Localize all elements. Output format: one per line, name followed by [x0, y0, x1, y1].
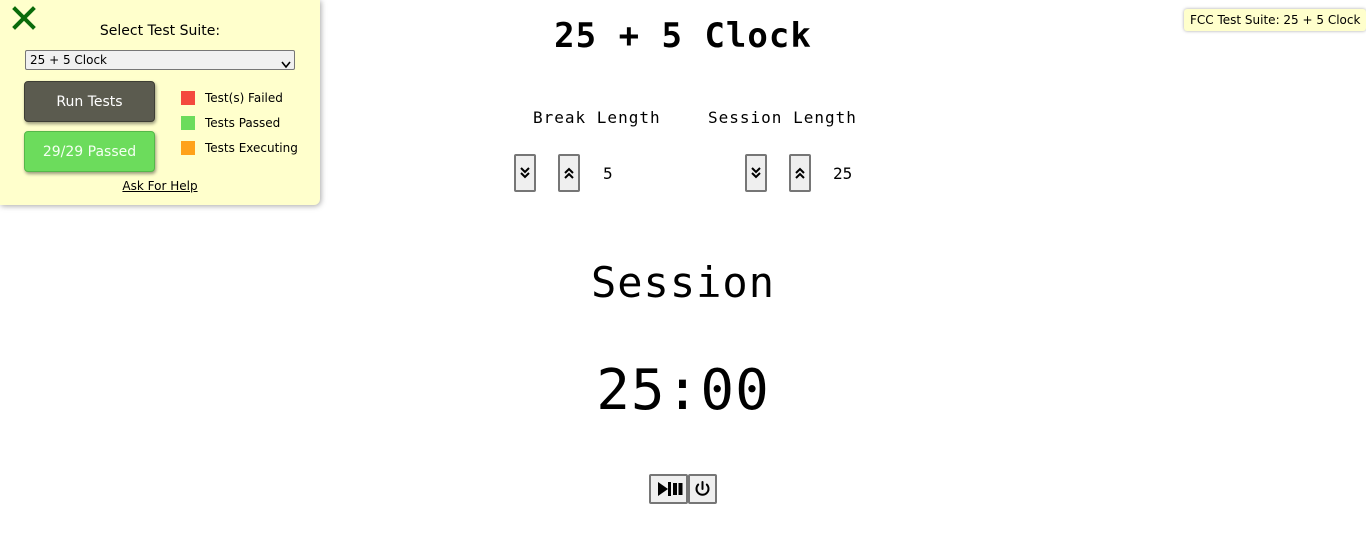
- start-stop-button[interactable]: [649, 474, 688, 504]
- test-results-button[interactable]: 29/29 Passed: [24, 131, 155, 172]
- play-pause-icon: [658, 482, 683, 496]
- power-icon: [695, 481, 710, 496]
- passed-swatch: [181, 116, 195, 130]
- legend-label: Test(s) Failed: [205, 91, 283, 105]
- session-label: Session Length: [708, 108, 857, 127]
- break-increment-button[interactable]: [558, 154, 580, 192]
- legend-label: Tests Executing: [205, 141, 298, 155]
- chevron-down-icon: [281, 56, 291, 74]
- legend-label: Tests Passed: [205, 116, 281, 130]
- session-increment-button[interactable]: [789, 154, 811, 192]
- session-decrement-button[interactable]: [745, 154, 767, 192]
- break-label: Break Length: [533, 108, 661, 127]
- test-suite-select[interactable]: 25 + 5 Clock: [25, 50, 295, 70]
- session-length-value: 25: [833, 164, 853, 183]
- fcc-test-panel: Select Test Suite: 25 + 5 Clock Run Test…: [0, 0, 320, 205]
- double-chevron-up-icon: [564, 167, 574, 179]
- double-chevron-up-icon: [795, 167, 805, 179]
- select-suite-label: Select Test Suite:: [99, 23, 221, 39]
- double-chevron-down-icon: [520, 167, 530, 179]
- selected-suite-value: 25 + 5 Clock: [30, 53, 108, 67]
- time-left: 25:00: [596, 358, 770, 423]
- break-length-value: 5: [603, 164, 613, 183]
- run-tests-button[interactable]: Run Tests: [24, 81, 155, 122]
- executing-swatch: [181, 141, 195, 155]
- timer-label: Session: [590, 258, 775, 307]
- failed-swatch: [181, 91, 195, 105]
- ask-for-help-link[interactable]: Ask For Help: [0, 179, 320, 193]
- double-chevron-down-icon: [751, 167, 761, 179]
- break-decrement-button[interactable]: [514, 154, 536, 192]
- reset-button[interactable]: [688, 474, 717, 504]
- test-suite-tooltip: FCC Test Suite: 25 + 5 Clock: [1184, 9, 1366, 31]
- page-title: 25 + 5 Clock: [554, 16, 812, 56]
